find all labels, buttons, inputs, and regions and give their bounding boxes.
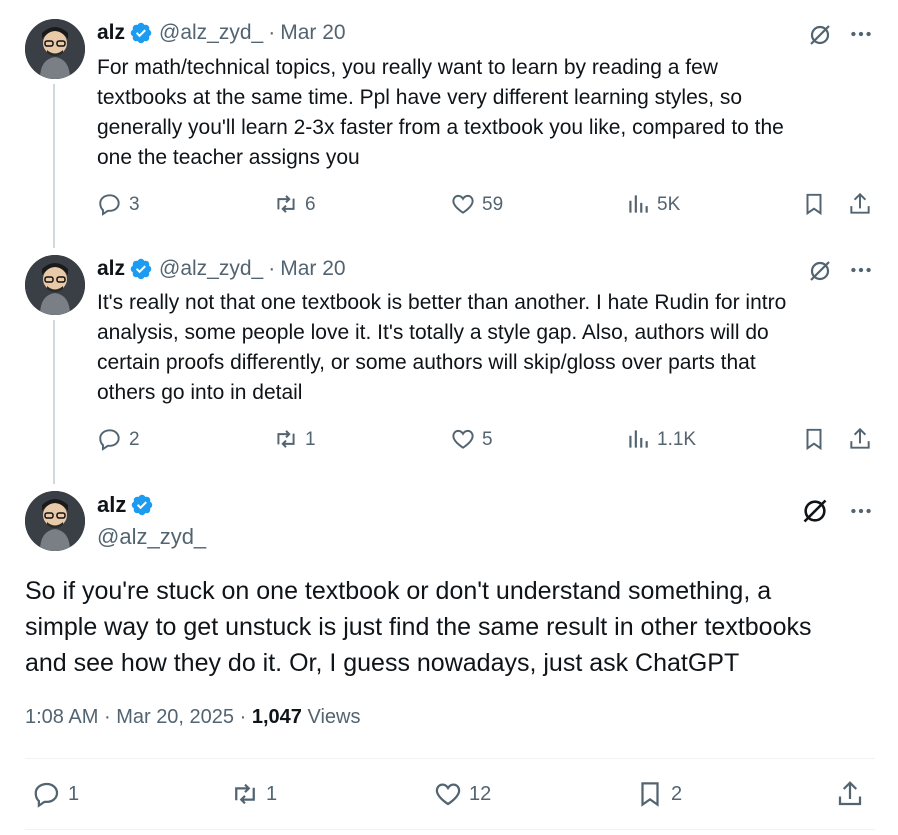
tweet-actions: 2 1 5 1.1K — [97, 426, 877, 456]
avatar[interactable] — [25, 19, 85, 79]
tweet-text: For math/technical topics, you really wa… — [97, 53, 877, 173]
author-handle[interactable]: @alz_zyd_ — [159, 21, 263, 45]
author-name[interactable]: alz — [97, 257, 125, 281]
repost-icon — [277, 430, 295, 448]
tweet-actions: 3 6 59 5K — [97, 191, 877, 221]
views-count: 1.1K — [657, 428, 697, 450]
reply-icon — [99, 194, 120, 216]
avatar-image — [25, 255, 85, 315]
tweet-text: It's really not that one textbook is bet… — [97, 288, 877, 408]
bookmark-icon — [806, 193, 822, 216]
avatar[interactable] — [25, 491, 85, 551]
reply-button[interactable]: 1 — [32, 779, 79, 809]
tweet-time[interactable]: 1:08 AM — [25, 706, 98, 728]
repost-button[interactable]: 1 — [273, 426, 316, 452]
repost-count: 1 — [305, 428, 316, 450]
tweet-text-line: one the teacher assigns you — [97, 146, 360, 169]
tweet-text-line: certain proofs differently, or some auth… — [97, 351, 756, 374]
tweet-text-line: others go into in detail — [97, 381, 303, 404]
bookmark-button[interactable] — [801, 426, 833, 452]
verified-icon — [130, 258, 152, 280]
more-icon[interactable] — [848, 21, 874, 47]
bookmark-icon — [806, 428, 822, 451]
avatar-image — [25, 491, 85, 551]
repost-button[interactable]: 6 — [273, 191, 316, 217]
views-button[interactable]: 5K — [625, 191, 680, 217]
like-button[interactable]: 59 — [450, 191, 503, 217]
verified-icon — [130, 22, 152, 44]
tweet-text-line: textbooks at the same time. Ppl have ver… — [97, 86, 743, 109]
views-label: Views — [307, 706, 361, 728]
like-button[interactable]: 12 — [433, 779, 491, 809]
tweet-text-line: simple way to get unstuck is just find t… — [25, 613, 812, 641]
divider — [25, 758, 875, 759]
author-name[interactable]: alz — [97, 21, 125, 45]
author-handle[interactable]: @alz_zyd_ — [97, 524, 206, 550]
avatar[interactable] — [25, 255, 85, 315]
verified-icon — [132, 494, 153, 516]
reply-button[interactable]: 2 — [97, 426, 140, 452]
tweet-text-line: It's really not that one textbook is bet… — [97, 291, 787, 314]
reply-count: 1 — [68, 783, 80, 805]
tweet-text: So if you're stuck on one textbook or do… — [25, 573, 875, 681]
like-icon — [452, 429, 474, 449]
reply-count: 2 — [129, 428, 140, 450]
reply-icon — [99, 429, 120, 451]
share-button[interactable] — [847, 426, 879, 452]
grok-icon[interactable] — [808, 259, 832, 283]
tweet-text-line: For math/technical topics, you really wa… — [97, 56, 718, 79]
views-button[interactable]: 1.1K — [625, 426, 696, 452]
separator: · — [268, 21, 276, 44]
share-button[interactable] — [835, 779, 871, 809]
like-button[interactable]: 5 — [450, 426, 493, 452]
tweet-date[interactable]: Mar 20 — [280, 257, 345, 281]
repost-icon — [235, 783, 255, 805]
tweet-text-line: generally you'll learn 2-3x faster from … — [97, 116, 784, 139]
separator: · — [103, 706, 111, 728]
views-count: 5K — [657, 193, 681, 215]
bookmark-button[interactable]: 2 — [635, 779, 682, 809]
tweet-meta: 1:08 AM · Mar 20, 2025 · 1,047 Views — [25, 706, 360, 729]
views-icon — [629, 195, 648, 213]
like-icon — [435, 783, 461, 806]
like-icon — [452, 194, 474, 214]
reply-count: 3 — [129, 193, 140, 215]
tweet-text-line: and see how they do it. Or, I guess nowa… — [25, 649, 740, 677]
thread-line — [53, 320, 55, 484]
like-count: 59 — [482, 193, 504, 215]
tweet-text-line: analysis, some people love it. It's tota… — [97, 321, 769, 344]
bookmark-icon — [641, 782, 659, 807]
bookmark-count: 2 — [671, 783, 683, 805]
repost-icon — [277, 195, 295, 213]
share-button[interactable] — [847, 191, 879, 217]
repost-count: 6 — [305, 193, 316, 215]
tweet-text-line: So if you're stuck on one textbook or do… — [25, 577, 772, 605]
share-icon — [838, 781, 862, 806]
author-handle[interactable]: @alz_zyd_ — [159, 257, 263, 281]
more-icon[interactable] — [848, 257, 874, 283]
thread-line — [53, 84, 55, 248]
views-count: 1,047 — [251, 706, 302, 728]
more-icon[interactable] — [848, 498, 874, 524]
tweet-actions: 1 1 12 2 — [25, 779, 875, 813]
reply-icon — [34, 782, 59, 808]
tweet-date[interactable]: Mar 20, 2025 — [116, 706, 234, 728]
author-name[interactable]: alz — [97, 492, 126, 518]
tweet-date[interactable]: Mar 20 — [280, 21, 345, 45]
separator: · — [239, 706, 247, 728]
repost-count: 1 — [266, 783, 278, 805]
share-icon — [850, 192, 870, 214]
grok-icon[interactable] — [808, 23, 832, 47]
divider — [25, 829, 875, 830]
like-count: 5 — [482, 428, 493, 450]
repost-button[interactable]: 1 — [230, 779, 277, 809]
like-count: 12 — [469, 783, 492, 805]
grok-icon[interactable] — [801, 497, 829, 525]
bookmark-button[interactable] — [801, 191, 833, 217]
share-icon — [850, 427, 870, 449]
separator: · — [268, 257, 276, 280]
reply-button[interactable]: 3 — [97, 191, 140, 217]
avatar-image — [25, 19, 85, 79]
views-icon — [629, 430, 648, 448]
